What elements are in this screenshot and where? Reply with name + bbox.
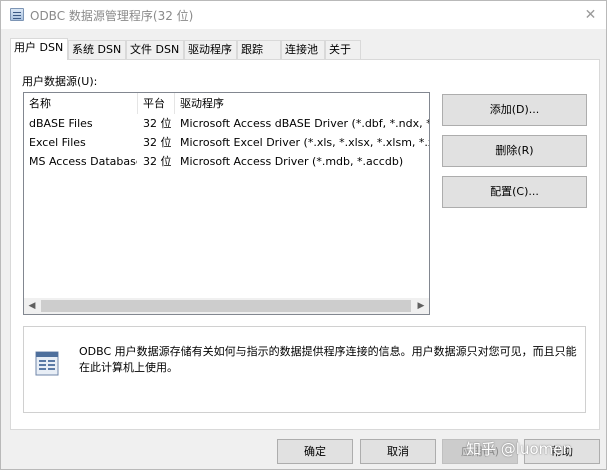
tab-drivers[interactable]: 驱动程序 <box>184 40 237 59</box>
scroll-left-icon[interactable]: ◀ <box>24 298 40 314</box>
ok-button[interactable]: 确定 <box>277 439 353 464</box>
datasource-name: Excel Files <box>29 136 86 149</box>
datasource-list[interactable]: 名称 平台 驱动程序 dBASE Files 32 位 Microsoft Ac… <box>23 92 430 315</box>
close-icon[interactable]: ✕ <box>575 1 606 29</box>
datasource-driver: Microsoft Excel Driver (*.xls, *.xlsx, *… <box>180 136 429 149</box>
tab-about[interactable]: 关于 <box>325 40 361 59</box>
datasource-platform: 32 位 <box>143 155 172 168</box>
info-box: ODBC 用户数据源存储有关如何与指示的数据提供程序连接的信息。用户数据源只对您… <box>23 326 586 413</box>
datasource-name: MS Access Database <box>29 155 137 168</box>
table-row[interactable]: Excel Files 32 位 Microsoft Excel Driver … <box>24 134 429 152</box>
list-header: 名称 平台 驱动程序 <box>24 93 429 114</box>
add-button[interactable]: 添加(D)... <box>442 94 587 126</box>
window-title: ODBC 数据源管理程序(32 位) <box>30 9 194 23</box>
cancel-button[interactable]: 取消 <box>360 439 436 464</box>
datasource-name: dBASE Files <box>29 117 93 130</box>
odbc-app-icon <box>10 8 24 21</box>
tab-connection-pooling[interactable]: 连接池 <box>281 40 325 59</box>
datasource-platform: 32 位 <box>143 136 172 149</box>
configure-button[interactable]: 配置(C)... <box>442 176 587 208</box>
table-row[interactable]: dBASE Files 32 位 Microsoft Access dBASE … <box>24 115 429 133</box>
datasource-platform: 32 位 <box>143 117 172 130</box>
title-bar: ODBC 数据源管理程序(32 位) ✕ <box>1 1 606 29</box>
remove-button[interactable]: 删除(R) <box>442 135 587 167</box>
watermark: 知乎 @luomen <box>466 440 572 458</box>
odbc-dialog-window: ODBC 数据源管理程序(32 位) ✕ 用户 DSN 系统 DSN 文件 DS… <box>0 0 607 470</box>
tab-user-dsn[interactable]: 用户 DSN <box>10 38 68 60</box>
column-header-driver[interactable]: 驱动程序 <box>175 93 429 114</box>
tab-file-dsn[interactable]: 文件 DSN <box>126 40 184 59</box>
user-datasources-label: 用户数据源(U): <box>22 75 98 88</box>
info-description: ODBC 用户数据源存储有关如何与指示的数据提供程序连接的信息。用户数据源只对您… <box>79 345 577 374</box>
datasource-driver: Microsoft Access Driver (*.mdb, *.accdb) <box>180 155 404 168</box>
datasource-driver: Microsoft Access dBASE Driver (*.dbf, *.… <box>180 117 429 130</box>
column-header-name[interactable]: 名称 <box>24 93 137 114</box>
tab-system-dsn[interactable]: 系统 DSN <box>68 40 126 59</box>
datasource-icon <box>35 351 59 376</box>
tab-tracing[interactable]: 跟踪 <box>237 40 281 59</box>
scroll-right-icon[interactable]: ▶ <box>413 298 429 314</box>
table-row[interactable]: MS Access Database 32 位 Microsoft Access… <box>24 153 429 171</box>
horizontal-scrollbar[interactable]: ◀ ▶ <box>24 298 429 314</box>
scrollbar-thumb[interactable] <box>41 300 411 312</box>
column-header-platform[interactable]: 平台 <box>138 93 174 114</box>
